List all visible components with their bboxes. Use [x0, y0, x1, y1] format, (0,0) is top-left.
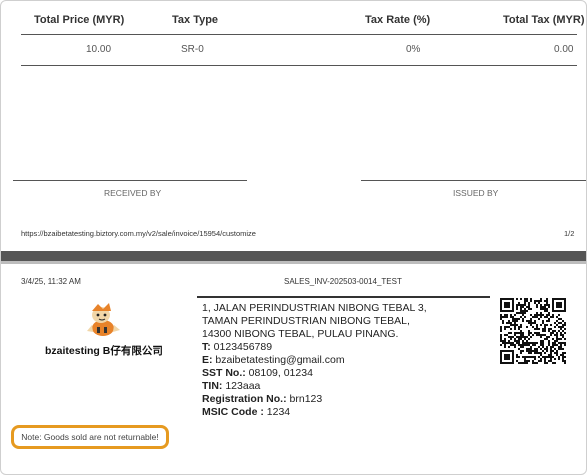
print-datetime: 3/4/25, 11:32 AM	[21, 277, 81, 286]
address-line-3: 14300 NIBONG TEBAL, PULAU PINANG.	[202, 328, 399, 340]
header-tax-rate: Tax Rate (%)	[365, 14, 431, 26]
header-total-tax: Total Tax (MYR)	[503, 14, 585, 26]
address-line-2: TAMAN PERINDUSTRIAN NIBONG TEBAL,	[202, 315, 410, 327]
qr-code-icon	[500, 298, 566, 364]
table-row-divider	[21, 65, 577, 66]
issued-by-label: ISSUED BY	[453, 188, 499, 198]
invoice-preview: Total Price (MYR) Tax Type Tax Rate (%) …	[0, 0, 587, 475]
page-url: https://bzaibetatesting.biztory.com.my/v…	[21, 229, 256, 238]
received-signature-line	[13, 180, 247, 181]
received-by-label: RECEIVED BY	[104, 188, 162, 198]
header-total-price: Total Price (MYR)	[34, 14, 125, 26]
company-name: bzaitesting B仔有限公司	[45, 345, 163, 357]
contact-msic: MSIC Code : 1234	[202, 406, 291, 418]
cell-tax-type: SR-0	[181, 44, 204, 55]
cell-total-price: 10.00	[86, 44, 112, 55]
contact-tin: TIN: 123aaa	[202, 380, 261, 392]
contact-sst: SST No.: 08109, 01234	[202, 367, 313, 379]
issued-signature-line	[361, 180, 586, 181]
header-tax-type: Tax Type	[172, 14, 219, 26]
address-block: 1, JALAN PERINDUSTRIAN NIBONG TEBAL 3, T…	[202, 302, 427, 419]
contact-email: E: bzaibetatesting@gmail.com	[202, 354, 345, 366]
page-separator	[1, 251, 586, 261]
contact-phone: T: 0123456789	[202, 341, 273, 353]
cell-total-tax: 0.00	[554, 44, 574, 55]
contact-registration: Registration No.: brn123	[202, 393, 323, 405]
mascot-logo-icon	[83, 301, 123, 339]
address-top-rule	[197, 296, 490, 298]
address-line-1: 1, JALAN PERINDUSTRIAN NIBONG TEBAL 3,	[202, 302, 427, 314]
page-separator-shadow	[1, 261, 586, 264]
page-number: 1/2	[564, 229, 575, 238]
return-policy-note: Note: Goods sold are not returnable!	[11, 425, 169, 449]
document-title: SALES_INV-202503-0014_TEST	[284, 277, 402, 286]
table-header-divider	[21, 34, 577, 35]
cell-tax-rate: 0%	[406, 44, 421, 55]
